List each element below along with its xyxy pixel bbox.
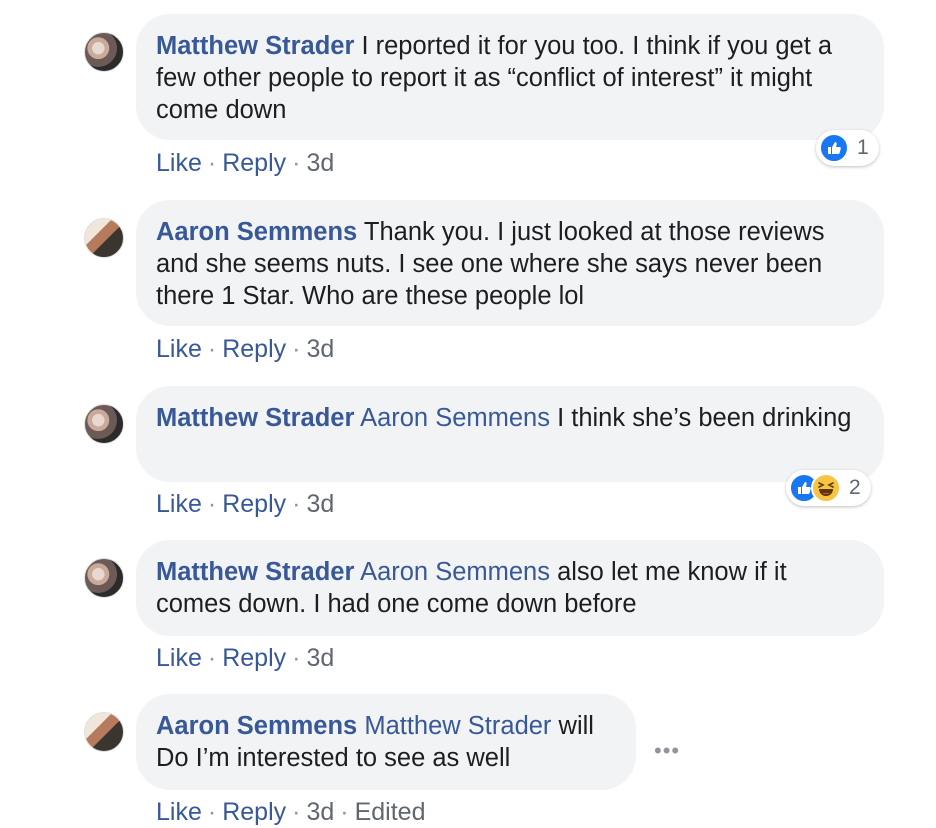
comment-actions: Like · Reply · 3d · Edited	[156, 798, 426, 826]
comment-author[interactable]: Matthew Strader	[156, 404, 354, 432]
timestamp[interactable]: 3d	[306, 644, 334, 672]
comment-author[interactable]: Matthew Strader	[156, 558, 354, 586]
reply-link[interactable]: Reply	[222, 644, 286, 672]
reply-link[interactable]: Reply	[222, 798, 286, 826]
like-link[interactable]: Like	[156, 490, 202, 518]
comment-bubble: Aaron Semmens Matthew Strader will Do I’…	[136, 694, 636, 790]
comment-bubble: Matthew Strader Aaron Semmens also let m…	[136, 540, 884, 636]
comment-author[interactable]: Aaron Semmens	[156, 218, 357, 246]
like-link[interactable]: Like	[156, 335, 202, 363]
reaction-summary[interactable]: 2	[786, 470, 871, 506]
avatar[interactable]	[84, 404, 124, 444]
avatar[interactable]	[84, 32, 124, 72]
timestamp[interactable]: 3d	[306, 798, 334, 826]
like-link[interactable]: Like	[156, 644, 202, 672]
mention-link[interactable]: Aaron Semmens	[360, 558, 550, 586]
comment-actions: Like · Reply · 3d	[156, 149, 335, 177]
comment-bubble: Matthew Strader Aaron Semmens I think sh…	[136, 386, 884, 482]
reply-link[interactable]: Reply	[222, 149, 286, 177]
like-link[interactable]: Like	[156, 798, 202, 826]
like-link[interactable]: Like	[156, 149, 202, 177]
reply-link[interactable]: Reply	[222, 335, 286, 363]
comment-author[interactable]: Matthew Strader	[156, 32, 354, 60]
avatar[interactable]	[84, 218, 124, 258]
comment-actions: Like · Reply · 3d	[156, 490, 335, 518]
comment-bubble: Aaron Semmens Thank you. I just looked a…	[136, 200, 884, 326]
comment-actions: Like · Reply · 3d	[156, 335, 335, 363]
haha-reaction-icon	[811, 473, 841, 503]
timestamp[interactable]: 3d	[306, 149, 334, 177]
mention-link[interactable]: Aaron Semmens	[360, 404, 550, 432]
reply-link[interactable]: Reply	[222, 490, 286, 518]
reaction-summary[interactable]: 1	[816, 130, 879, 166]
mention-link[interactable]: Matthew Strader	[364, 712, 551, 740]
like-reaction-icon	[819, 133, 849, 163]
comment-text: I think she’s been drinking	[557, 404, 852, 432]
comment-author[interactable]: Aaron Semmens	[156, 712, 357, 740]
reaction-count: 2	[849, 476, 861, 499]
comment-actions: Like · Reply · 3d	[156, 644, 335, 672]
avatar[interactable]	[84, 558, 124, 598]
avatar[interactable]	[84, 712, 124, 752]
more-options-icon[interactable]: •••	[654, 738, 680, 764]
timestamp[interactable]: 3d	[306, 490, 334, 518]
edited-label: Edited	[354, 798, 426, 826]
comment-bubble: Matthew Strader I reported it for you to…	[136, 14, 884, 140]
reaction-count: 1	[857, 136, 869, 159]
timestamp[interactable]: 3d	[306, 335, 334, 363]
